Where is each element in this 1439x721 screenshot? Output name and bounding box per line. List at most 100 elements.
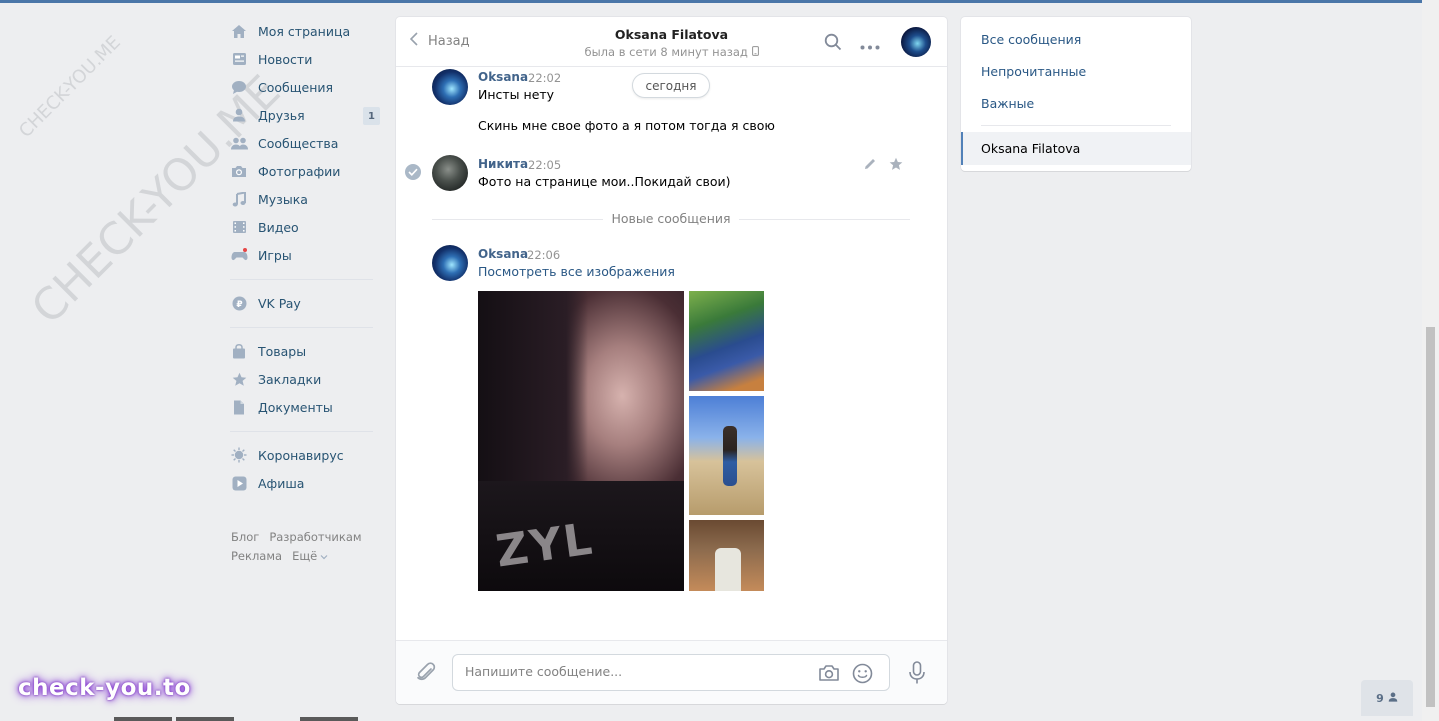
message-text: Скинь мне свое фото а я потом тогда я св…	[478, 118, 775, 133]
nav-label: Друзья	[258, 107, 305, 123]
star-icon[interactable]	[889, 157, 903, 175]
nav-item-coronavirus[interactable]: Коронавирус	[228, 441, 383, 469]
document-icon	[230, 398, 248, 416]
nav-item-bookmarks[interactable]: Закладки	[228, 365, 383, 393]
footer-link-ads[interactable]: Реклама	[231, 549, 282, 563]
filter-unread[interactable]: Непрочитанные	[981, 64, 1086, 79]
view-all-images-link[interactable]: Посмотреть все изображения	[478, 264, 675, 279]
bag-icon	[230, 342, 248, 360]
nav-item-afisha[interactable]: Афиша	[228, 469, 383, 497]
new-messages-label: Новые сообщения	[432, 211, 910, 226]
photo-attachment[interactable]	[689, 291, 764, 391]
avatar[interactable]	[432, 69, 468, 105]
paperclip-icon[interactable]	[416, 661, 436, 687]
message-time[interactable]: 22:06	[527, 248, 560, 262]
message-composer	[396, 640, 947, 704]
message-text: Фото на странице мои..Покидай свои)	[478, 174, 731, 189]
friends-count-badge: 1	[363, 107, 380, 125]
chat-panel: Назад Oksana Filatova была в сети 8 мину…	[396, 17, 947, 704]
taskbar-fragment	[176, 717, 234, 721]
nav-item-games[interactable]: Игры	[228, 241, 383, 269]
footer-link-dev[interactable]: Разработчикам	[269, 530, 361, 544]
nav-item-messages[interactable]: Сообщения	[228, 73, 383, 101]
active-conversation-label: Oksana Filatova	[981, 141, 1081, 156]
message-input[interactable]	[465, 664, 805, 679]
message-author[interactable]: Oksana	[478, 247, 528, 261]
footer-link-blog[interactable]: Блог	[231, 530, 259, 544]
photo-attachment[interactable]: ZYL	[478, 291, 684, 591]
nav-label: VK Pay	[258, 295, 301, 311]
nav-label: Документы	[258, 399, 333, 415]
active-conversation-item[interactable]: Oksana Filatova	[961, 132, 1191, 165]
online-count: 9	[1376, 691, 1384, 705]
vkpay-icon: ₽	[230, 294, 248, 312]
news-icon	[230, 50, 248, 68]
message-history: Oksana 22:02 сегодня Инсты нету Скинь мн…	[396, 67, 947, 641]
more-icon[interactable]	[860, 39, 880, 54]
friends-icon	[230, 106, 248, 124]
photo-attachment[interactable]	[689, 520, 764, 591]
check-icon[interactable]	[405, 164, 421, 180]
nav-item-music[interactable]: Музыка	[228, 185, 383, 213]
video-icon	[230, 218, 248, 236]
message-author[interactable]: Никита	[478, 157, 528, 171]
scrollbar-thumb[interactable]	[1426, 327, 1435, 707]
nav-divider	[230, 327, 373, 328]
top-accent-bar	[0, 0, 1422, 3]
page-scrollbar[interactable]	[1422, 0, 1439, 721]
message-author[interactable]: Oksana	[478, 70, 528, 84]
chevron-down-icon	[320, 549, 328, 563]
filter-all-messages[interactable]: Все сообщения	[981, 32, 1081, 47]
nav-label: Музыка	[258, 191, 308, 207]
photo-attachment[interactable]	[689, 396, 764, 515]
message-input-box[interactable]	[452, 654, 890, 691]
emoji-icon[interactable]	[852, 663, 873, 688]
camera-icon	[230, 162, 248, 180]
menu-divider	[981, 125, 1171, 126]
avatar[interactable]	[432, 245, 468, 281]
footer-link-more[interactable]: Ещё	[292, 549, 338, 563]
svg-text:₽: ₽	[236, 300, 242, 310]
peer-avatar[interactable]	[901, 27, 931, 57]
home-icon	[230, 22, 248, 40]
music-icon	[230, 190, 248, 208]
nav-divider	[230, 431, 373, 432]
nav-item-video[interactable]: Видео	[228, 213, 383, 241]
games-icon	[230, 246, 248, 264]
nav-label: Товары	[258, 343, 307, 359]
nav-label: Сообщения	[258, 79, 334, 95]
avatar[interactable]	[432, 155, 468, 191]
message-time[interactable]: 22:05	[528, 158, 561, 172]
footer-more-label: Ещё	[292, 549, 318, 563]
message-text: Инсты нету	[478, 87, 555, 102]
star-icon	[230, 370, 248, 388]
nav-item-goods[interactable]: Товары	[228, 337, 383, 365]
nav-item-communities[interactable]: Сообщества	[228, 129, 383, 157]
nav-item-documents[interactable]: Документы	[228, 393, 383, 421]
nav-item-vkpay[interactable]: ₽ VK Pay	[228, 289, 383, 317]
nav-label: Закладки	[258, 371, 322, 387]
microphone-icon[interactable]	[908, 661, 926, 689]
nav-label: Сообщества	[258, 135, 339, 151]
taskbar-fragment	[300, 717, 358, 721]
nav-item-photos[interactable]: Фотографии	[228, 157, 383, 185]
mobile-icon	[751, 45, 759, 59]
footer-links: Блог Разработчикам Реклама Ещё	[231, 528, 381, 566]
messages-filter-menu: Все сообщения Непрочитанные Важные Oksan…	[961, 17, 1191, 171]
online-friends-badge[interactable]: 9	[1361, 680, 1413, 716]
nav-label: Игры	[258, 247, 292, 263]
message-time[interactable]: 22:02	[528, 71, 561, 85]
nav-label: Моя страница	[258, 23, 351, 39]
date-pill: сегодня	[632, 73, 710, 98]
nav-item-my-page[interactable]: Моя страница	[228, 17, 383, 45]
edit-icon[interactable]	[863, 157, 877, 175]
camera-icon[interactable]	[818, 663, 840, 687]
person-icon	[1388, 692, 1398, 705]
message-actions	[863, 157, 903, 175]
filter-important[interactable]: Важные	[981, 96, 1034, 111]
search-icon[interactable]	[824, 33, 842, 55]
watermark-logo: check-you.to	[18, 675, 191, 701]
nav-item-news[interactable]: Новости	[228, 45, 383, 73]
nav-item-friends[interactable]: Друзья 1	[228, 101, 383, 129]
nav-label: Фотографии	[258, 163, 341, 179]
